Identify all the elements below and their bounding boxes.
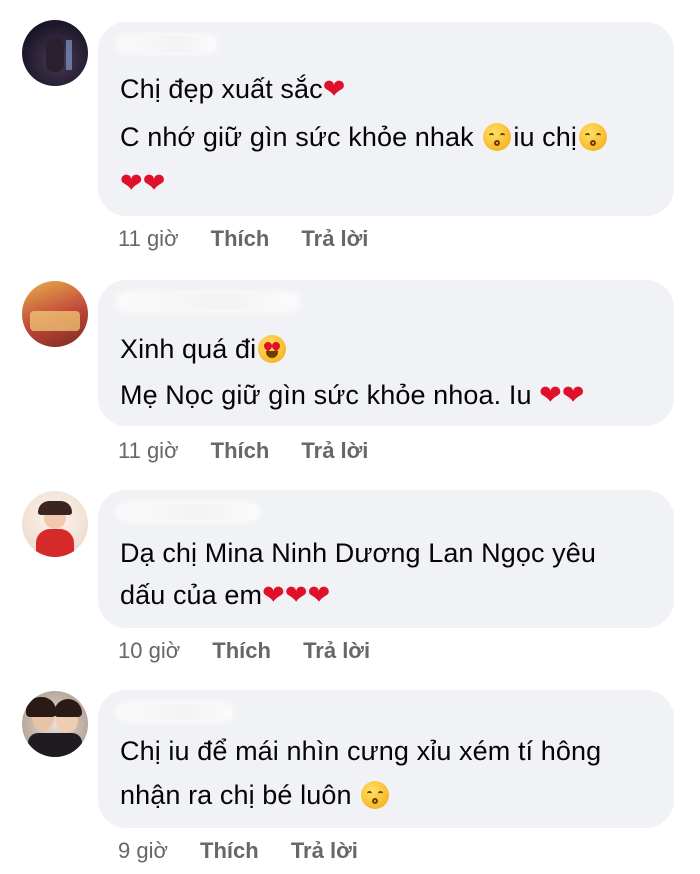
reply-button[interactable]: Trả lời — [301, 226, 368, 251]
comment-text-line: Mẹ Nọc giữ gìn sức khỏe nhoa. Iu ❤❤ — [120, 380, 585, 411]
kissing-face-icon — [483, 123, 512, 151]
comment-text-line: ❤❤ — [120, 166, 165, 201]
comment-text-line: Chị đẹp xuất sắc❤ — [120, 74, 346, 105]
like-button[interactable]: Thích — [211, 226, 270, 251]
comment-text-line: nhận ra chị bé luôn — [120, 778, 391, 812]
avatar[interactable] — [22, 281, 88, 347]
redacted-author-name[interactable] — [118, 704, 232, 720]
heart-icon: ❤ — [322, 74, 346, 105]
comment-text-line: Dạ chị Mina Ninh Dương Lan Ngọc yêu — [120, 538, 597, 568]
comment-actions: 11 giờ Thích Trả lời — [118, 438, 394, 464]
timestamp[interactable]: 9 giờ — [118, 838, 168, 863]
comment-bubble: Dạ chị Mina Ninh Dương Lan Ngọc yêu dấu … — [98, 490, 674, 628]
comment-bubble: Chị iu để mái nhìn cưng xỉu xém tí hông … — [98, 690, 674, 828]
timestamp[interactable]: 10 giờ — [118, 638, 180, 663]
heart-eyes-face-icon — [258, 335, 287, 363]
comment-text-line: dấu của em❤❤❤ — [120, 580, 331, 611]
timestamp[interactable]: 11 giờ — [118, 438, 179, 463]
heart-icon: ❤ — [307, 580, 331, 611]
redacted-author-name[interactable] — [118, 36, 216, 52]
comment-actions: 10 giờ Thích Trả lời — [118, 638, 396, 664]
like-button[interactable]: Thích — [200, 838, 259, 863]
heart-icon: ❤ — [284, 580, 308, 611]
redacted-author-name[interactable] — [118, 504, 258, 520]
comment-text-line: Chị iu để mái nhìn cưng xỉu xém tí hông — [120, 736, 602, 766]
heart-icon: ❤ — [539, 380, 562, 411]
comment-bubble: Chị đẹp xuất sắc❤ C nhớ giữ gìn sức khỏe… — [98, 22, 674, 216]
comment-actions: 9 giờ Thích Trả lời — [118, 838, 384, 864]
avatar[interactable] — [22, 20, 88, 86]
comment-text-line: Xinh quá đi — [120, 332, 288, 366]
heart-icon: ❤ — [262, 580, 285, 611]
heart-icon: ❤ — [561, 380, 585, 411]
face-blowing-kiss-icon — [361, 781, 390, 809]
timestamp[interactable]: 11 giờ — [118, 226, 179, 251]
avatar[interactable] — [22, 491, 88, 557]
face-blowing-kiss-icon — [579, 123, 607, 151]
heart-icon: ❤ — [120, 168, 143, 199]
reply-button[interactable]: Trả lời — [301, 438, 368, 463]
comment-text-line: C nhớ giữ gìn sức khỏe nhak iu chị — [120, 120, 609, 154]
like-button[interactable]: Thích — [212, 638, 271, 663]
redacted-author-name[interactable] — [118, 294, 298, 310]
reply-button[interactable]: Trả lời — [291, 838, 358, 863]
comment-bubble: Xinh quá đi Mẹ Nọc giữ gìn sức khỏe nhoa… — [98, 280, 674, 426]
avatar[interactable] — [22, 691, 88, 757]
heart-icon: ❤ — [142, 168, 166, 199]
comment-actions: 11 giờ Thích Trả lời — [118, 226, 394, 252]
like-button[interactable]: Thích — [211, 438, 270, 463]
reply-button[interactable]: Trả lời — [303, 638, 370, 663]
